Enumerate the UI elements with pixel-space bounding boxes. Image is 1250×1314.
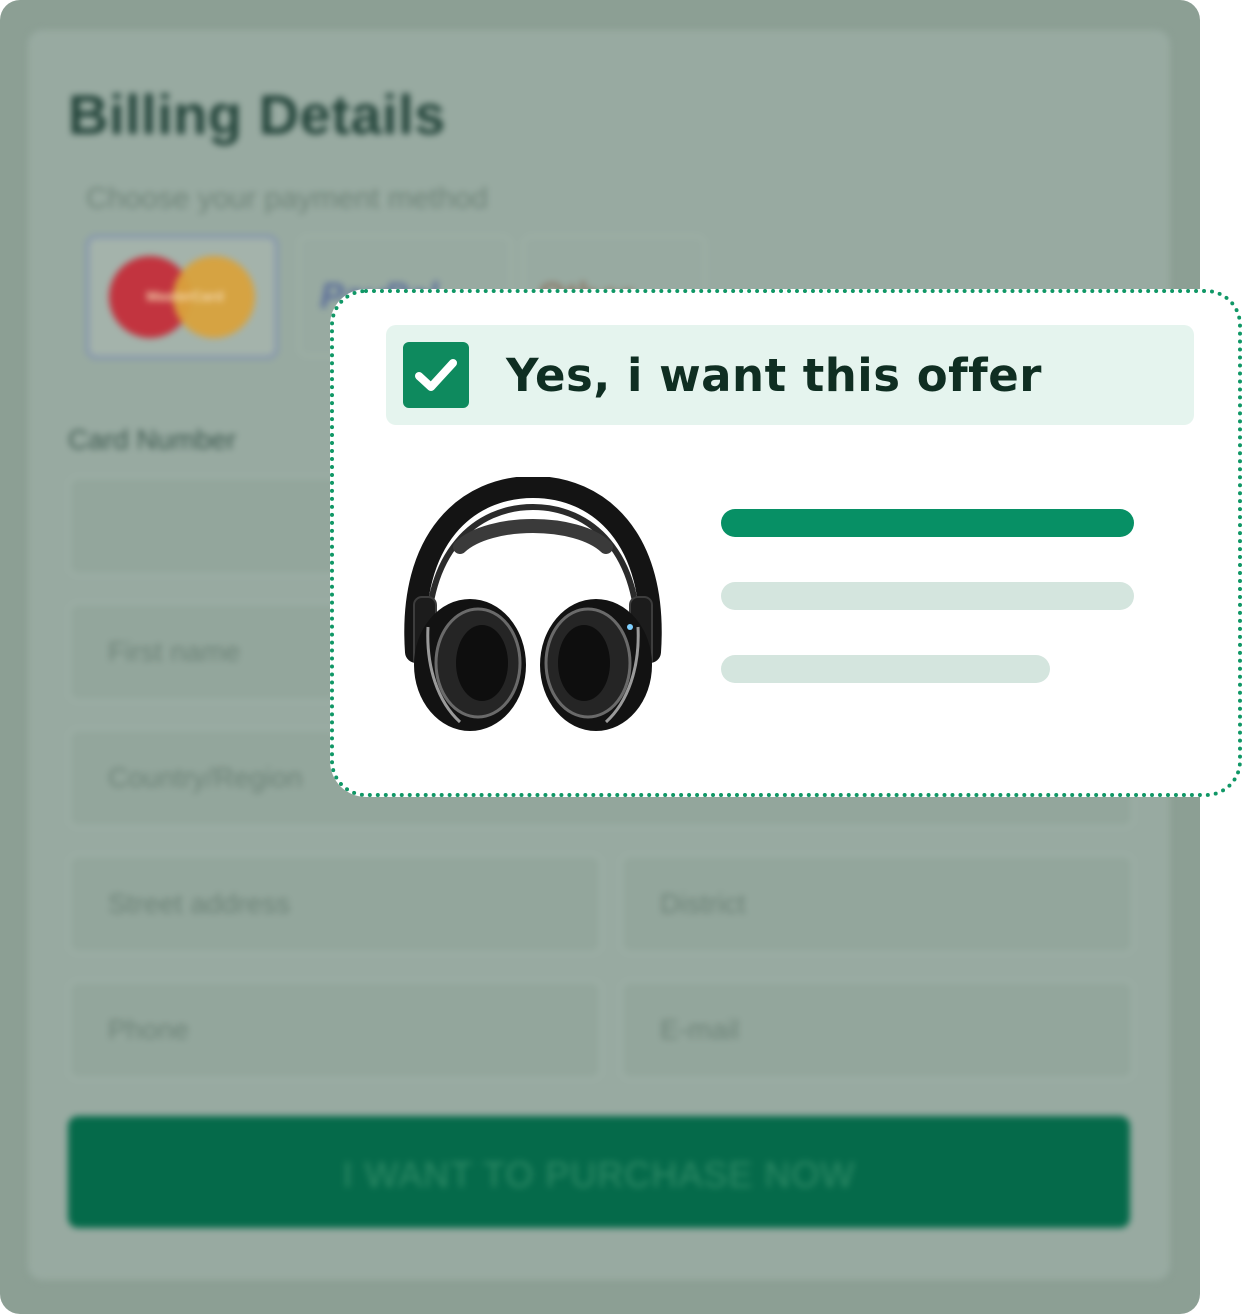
phone-input[interactable]: Phone (68, 980, 602, 1080)
purchase-button-label: I WANT TO PURCHASE NOW (342, 1154, 856, 1195)
email-input[interactable]: E-mail (620, 980, 1134, 1080)
offer-label: Yes, i want this offer (506, 349, 1042, 402)
email-placeholder: E-mail (660, 1014, 740, 1045)
payment-method-label: Choose your payment method (86, 182, 488, 215)
offer-card: Yes, i want this offer (330, 289, 1242, 797)
street-address-input[interactable]: Street address (68, 854, 602, 954)
product-description-placeholder-line (721, 582, 1134, 610)
offer-checkbox-row[interactable]: Yes, i want this offer (386, 325, 1194, 425)
phone-placeholder: Phone (108, 1014, 189, 1045)
district-input[interactable]: District (620, 854, 1134, 954)
headphones-image (404, 477, 662, 731)
mastercard-logo-text: MasterCard (146, 288, 224, 304)
card-number-label: Card Number (68, 424, 237, 455)
payment-option-mastercard[interactable]: MasterCard (86, 235, 278, 359)
billing-title: Billing Details (68, 83, 446, 146)
country-placeholder: Country/Region (108, 762, 303, 793)
product-price-placeholder-line (721, 655, 1050, 683)
purchase-button[interactable]: I WANT TO PURCHASE NOW (68, 1116, 1130, 1228)
product-title-placeholder-line (721, 509, 1134, 537)
district-placeholder: District (660, 888, 746, 919)
checkbox-checked-icon[interactable] (403, 342, 469, 408)
street-placeholder: Street address (108, 888, 291, 919)
first-name-placeholder: First name (108, 636, 241, 667)
